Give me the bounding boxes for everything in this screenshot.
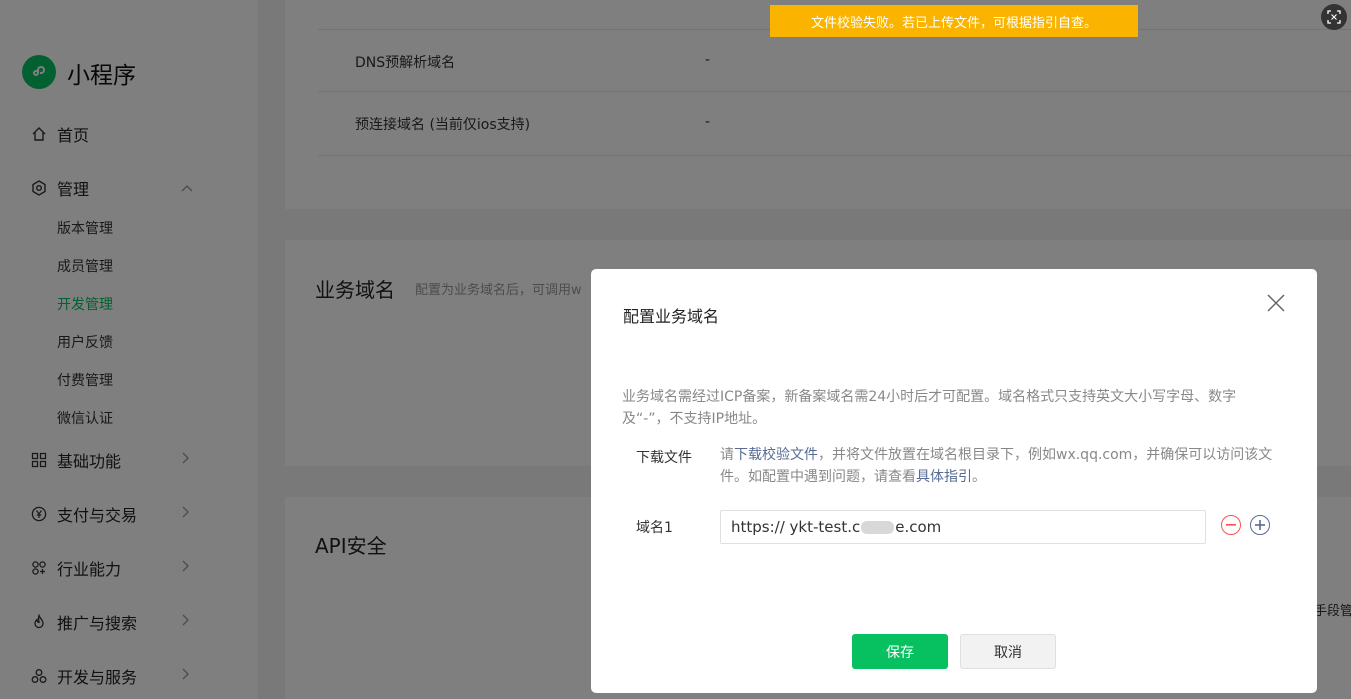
- configure-business-domain-dialog: 配置业务域名 业务域名需经过ICP备案，新备案域名需24小时后才可配置。域名格式…: [591, 269, 1317, 693]
- screenshot-icon[interactable]: [1321, 4, 1347, 30]
- save-button[interactable]: 保存: [852, 634, 948, 669]
- remove-domain-button[interactable]: [1221, 515, 1241, 535]
- close-icon[interactable]: [1265, 293, 1287, 315]
- download-text-prefix: 请: [720, 447, 734, 463]
- add-domain-button[interactable]: [1250, 515, 1270, 535]
- download-text-suffix: 。: [972, 469, 986, 485]
- domain-value-prefix: https:// ykt-test.c: [731, 518, 861, 536]
- dialog-title: 配置业务域名: [623, 307, 720, 326]
- domain-1-input[interactable]: https:// ykt-test.c e.com: [720, 510, 1206, 544]
- specific-guide-link[interactable]: 具体指引: [916, 469, 972, 485]
- download-file-label: 下载文件: [636, 450, 692, 466]
- domain-value-suffix: e.com: [895, 518, 942, 536]
- cancel-button[interactable]: 取消: [960, 634, 1056, 669]
- redacted-mask: [861, 520, 895, 534]
- dialog-description: 业务域名需经过ICP备案，新备案域名需24小时后才可配置。域名格式只支持英文大小…: [622, 389, 1237, 427]
- download-verification-file-link[interactable]: 下载校验文件: [734, 447, 818, 463]
- error-toast: 文件校验失败。若已上传文件，可根据指引自查。: [770, 5, 1138, 37]
- domain-1-label: 域名1: [636, 520, 673, 536]
- download-instructions: 请下载校验文件，并将文件放置在域名根目录下，例如wx.qq.com，并确保可以访…: [720, 444, 1275, 488]
- page: DNS预解析域名 - 预连接域名 (当前仅ios支持) - 业务域名 配置为业务…: [0, 0, 1351, 699]
